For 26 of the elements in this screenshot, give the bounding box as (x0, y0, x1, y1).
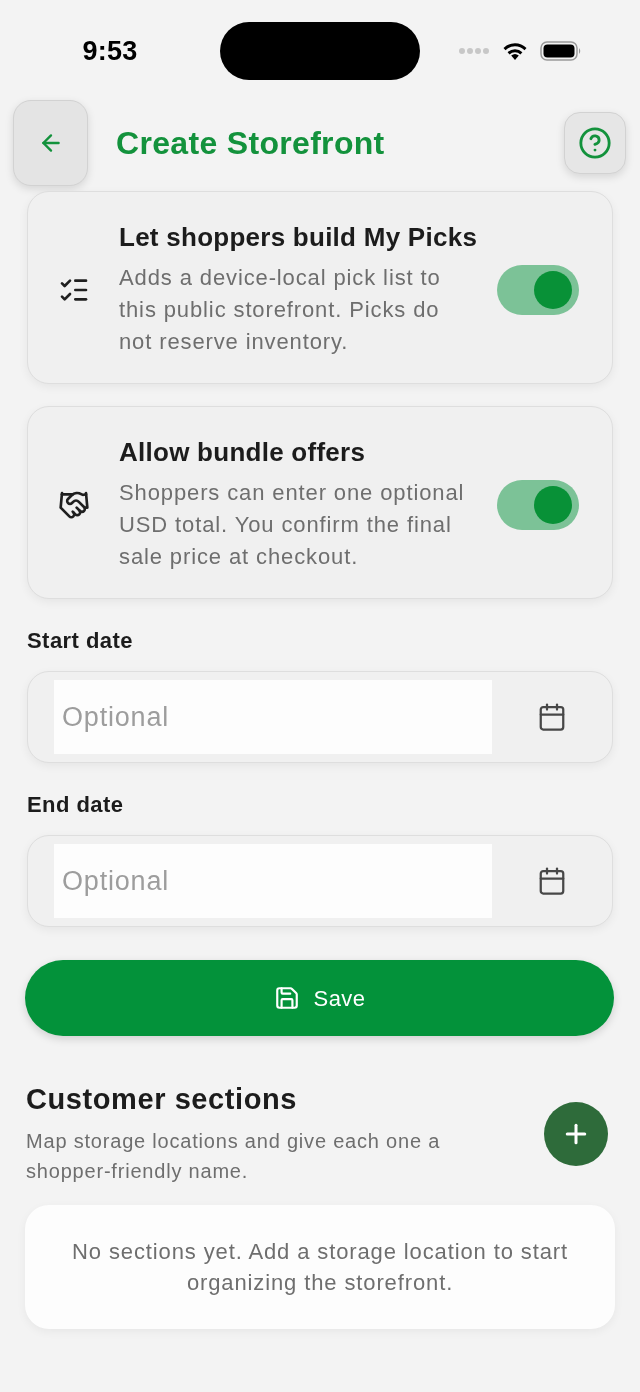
toggle-switch[interactable] (497, 264, 579, 315)
date-input[interactable]: Optional (54, 844, 492, 918)
date-field[interactable]: Optional (27, 835, 613, 927)
setting-title: Let shoppers build My Picks (119, 221, 479, 253)
setting-description: Adds a device-local pick list to this public storefront. Picks do not reserve inventory. (119, 264, 442, 356)
toggle-switch[interactable] (497, 479, 579, 530)
section-heading: Customer sections (26, 1082, 298, 1117)
save-icon (273, 985, 300, 1011)
setting-description: Shoppers can enter one optional USD total. You confirm the final sale price at checkout. (119, 479, 466, 571)
signal-icon (458, 47, 490, 55)
calendar-icon[interactable] (537, 702, 567, 732)
battery-icon (540, 41, 582, 61)
date-field[interactable]: Optional (27, 671, 613, 763)
help-button[interactable] (564, 112, 626, 174)
empty-state-message: No sections yet. Add a storage location to start organizing the storefront. (71, 1238, 569, 1297)
section-description: Map storage locations and give each one a shopper-friendly name. (26, 1129, 442, 1184)
wifi-icon (502, 41, 528, 61)
setting-title: Allow bundle offers (119, 436, 367, 468)
field-label: End date (27, 792, 125, 818)
help-icon (578, 126, 612, 160)
page-title: Create Storefront (116, 124, 386, 163)
calendar-icon[interactable] (537, 866, 567, 896)
save-button[interactable]: Save (25, 960, 614, 1036)
status-time: 9:53 (82, 34, 138, 68)
field-label: Start date (27, 628, 134, 654)
date-input[interactable]: Optional (54, 680, 492, 754)
